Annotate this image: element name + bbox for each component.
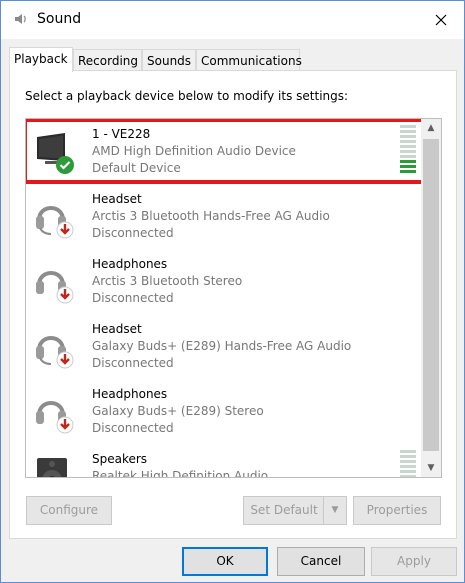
close-icon [435, 14, 447, 26]
instruction-text: Select a playback device below to modify… [25, 89, 349, 103]
close-button[interactable] [418, 1, 464, 39]
device-description: Arctis 3 Bluetooth Hands-Free AG Audio [92, 209, 330, 223]
tab-playback[interactable]: Playback [9, 47, 73, 72]
tab-communications[interactable]: Communications [196, 49, 302, 71]
scroll-up-button[interactable]: ▲ [421, 119, 441, 137]
headset-icon [36, 206, 74, 239]
device-description: Galaxy Buds+ (E289) Stereo [92, 404, 264, 418]
scroll-down-button[interactable]: ▼ [421, 459, 441, 477]
device-status: Disconnected [92, 226, 174, 240]
device-item-headset-galaxy[interactable]: Headset Galaxy Buds+ (E289) Hands-Free A… [26, 316, 422, 380]
set-default-label: Set Default [250, 503, 318, 517]
chevron-up-icon: ▲ [427, 123, 435, 133]
chevron-down-icon: ▼ [427, 463, 435, 473]
headset-icon [36, 336, 74, 369]
ok-button[interactable]: OK [182, 547, 268, 576]
device-description: Realtek High Definition Audio [92, 469, 269, 478]
apply-button[interactable]: Apply [371, 547, 457, 576]
volume-level-meter [400, 450, 416, 477]
monitor-icon [37, 133, 74, 174]
device-name: Speakers [92, 452, 148, 466]
device-description: AMD High Definition Audio Device [92, 144, 296, 158]
device-status: Default Device [92, 161, 181, 175]
playback-panel: Select a playback device below to modify… [9, 70, 457, 539]
device-name: Headset [92, 322, 142, 336]
headphones-icon [36, 401, 74, 434]
device-list[interactable]: 1 - VE228 AMD High Definition Audio Devi… [25, 118, 442, 478]
scroll-thumb[interactable] [423, 139, 439, 451]
device-description: Galaxy Buds+ (E289) Hands-Free AG Audio [92, 339, 352, 353]
cancel-button[interactable]: Cancel [277, 547, 365, 576]
title-bar: Sound [1, 1, 464, 39]
device-description: Arctis 3 Bluetooth Stereo [92, 274, 243, 288]
volume-level-meter [400, 125, 416, 179]
chevron-down-icon: ▼ [331, 505, 339, 515]
device-status: Disconnected [92, 356, 174, 370]
device-name: 1 - VE228 [92, 127, 151, 141]
window-title: Sound [37, 11, 82, 27]
device-list-scrollbar[interactable]: ▲ ▼ [421, 119, 441, 477]
tab-sounds[interactable]: Sounds [142, 49, 196, 71]
device-status: Disconnected [92, 421, 174, 435]
configure-button[interactable]: Configure [26, 496, 112, 525]
properties-button[interactable]: Properties [353, 496, 441, 525]
tab-recording[interactable]: Recording [73, 49, 142, 71]
device-name: Headphones [92, 387, 168, 401]
set-default-dropdown-button[interactable]: ▼ [323, 497, 346, 524]
device-name: Headset [92, 192, 142, 206]
sound-dialog: Sound Playback Recording Sounds Communic… [0, 0, 465, 583]
speaker-icon [37, 458, 67, 477]
device-item-speakers[interactable]: Speakers Realtek High Definition Audio [26, 446, 422, 478]
device-item-headset-arctis[interactable]: Headset Arctis 3 Bluetooth Hands-Free AG… [26, 186, 422, 250]
device-item-ve228[interactable]: 1 - VE228 AMD High Definition Audio Devi… [26, 119, 425, 185]
headphones-icon [36, 271, 74, 304]
speaker-app-icon [15, 14, 26, 24]
set-default-button[interactable]: Set Default ▼ [243, 496, 347, 525]
device-name: Headphones [92, 257, 168, 271]
device-item-headphones-arctis[interactable]: Headphones Arctis 3 Bluetooth Stereo Dis… [26, 251, 422, 315]
device-item-headphones-galaxy[interactable]: Headphones Galaxy Buds+ (E289) Stereo Di… [26, 381, 422, 445]
device-status: Disconnected [92, 291, 174, 305]
